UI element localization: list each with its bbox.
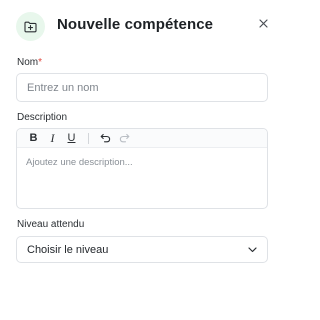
underline-button[interactable]: U	[65, 132, 78, 145]
required-marker: *	[38, 57, 43, 68]
name-input[interactable]: Entrez un nom	[16, 73, 268, 102]
description-editor: B I U Ajoutez une description...	[16, 128, 268, 209]
level-select[interactable]: Choisir le niveau	[16, 236, 268, 263]
folder-plus-icon	[24, 21, 37, 32]
toolbar-divider	[88, 132, 89, 144]
name-input-placeholder: Entrez un nom	[27, 81, 99, 94]
description-input[interactable]: Ajoutez une description...	[17, 148, 267, 177]
new-skill-dialog: Nouvelle compétence Nom* Entrez un nom D…	[0, 0, 282, 320]
editor-toolbar: B I U	[17, 129, 267, 148]
close-button[interactable]	[256, 16, 270, 30]
redo-icon	[119, 133, 130, 143]
bold-button[interactable]: B	[27, 132, 40, 145]
name-label: Nom*	[17, 57, 42, 68]
undo-icon	[100, 133, 111, 143]
level-selected-value: Choisir le niveau	[27, 243, 109, 256]
italic-button[interactable]: I	[46, 131, 59, 145]
header-icon-badge	[16, 12, 45, 41]
close-icon	[258, 18, 268, 28]
chevron-down-icon	[248, 246, 257, 252]
name-label-text: Nom	[17, 57, 39, 68]
dialog-title: Nouvelle compétence	[57, 16, 214, 33]
undo-button[interactable]	[99, 132, 112, 145]
redo-button[interactable]	[118, 132, 131, 145]
description-label: Description	[17, 112, 68, 123]
level-label: Niveau attendu	[17, 219, 85, 230]
description-placeholder: Ajoutez une description...	[26, 157, 133, 168]
